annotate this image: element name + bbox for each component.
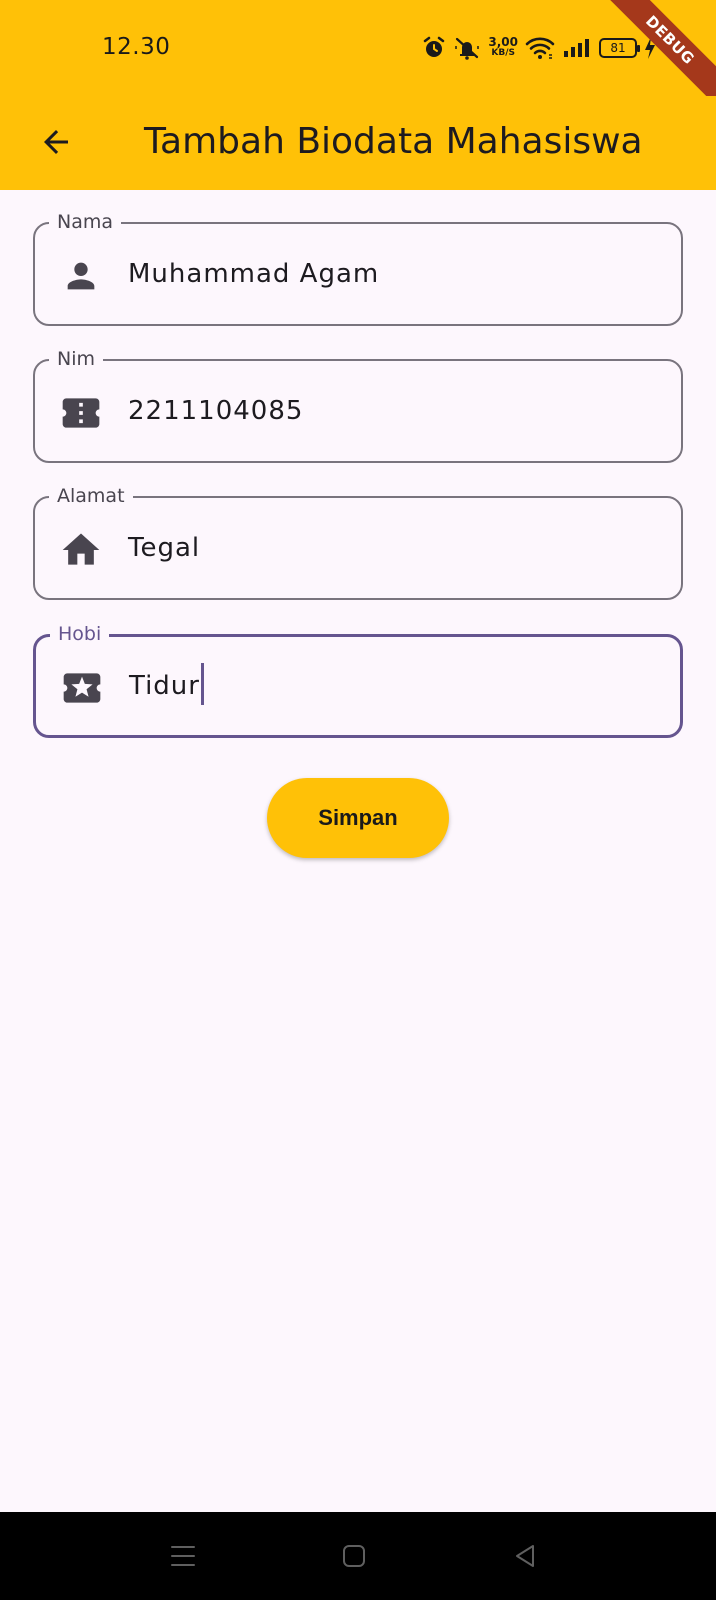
back-triangle-icon[interactable] xyxy=(505,1536,545,1576)
alamat-input[interactable]: Tegal xyxy=(128,498,200,598)
mute-icon xyxy=(455,37,480,60)
nama-field[interactable]: Nama Muhammad Agam xyxy=(33,210,683,326)
nama-input[interactable]: Muhammad Agam xyxy=(128,224,379,324)
hobi-field[interactable]: Hobi Tidur xyxy=(33,622,683,738)
status-time: 12.30 xyxy=(102,34,171,60)
menu-icon[interactable] xyxy=(163,1536,203,1576)
status-icons: 3,00 KB/S 81 xyxy=(422,33,656,63)
hobi-label: Hobi xyxy=(50,622,110,646)
app-bar: Tambah Biodata Mahasiswa xyxy=(0,96,716,190)
home-icon xyxy=(59,528,103,572)
signal-icon xyxy=(564,39,589,57)
ticket-icon xyxy=(59,391,103,435)
nama-label: Nama xyxy=(49,210,122,234)
hobi-input[interactable]: Tidur xyxy=(129,636,204,736)
nim-label: Nim xyxy=(49,347,103,371)
alamat-field[interactable]: Alamat Tegal xyxy=(33,484,683,600)
arrow-back-icon xyxy=(44,130,68,154)
back-button[interactable] xyxy=(30,116,82,168)
person-icon xyxy=(59,254,103,298)
alamat-label: Alamat xyxy=(49,484,133,508)
system-nav-bar xyxy=(0,1512,716,1600)
alarm-icon xyxy=(424,36,445,57)
text-cursor xyxy=(200,662,204,705)
page-title: Tambah Biodata Mahasiswa xyxy=(144,121,643,162)
star-ticket-icon xyxy=(60,666,104,710)
battery-icon: 81 xyxy=(599,38,640,58)
simpan-button[interactable]: Simpan xyxy=(267,778,449,858)
home-square-icon[interactable] xyxy=(334,1536,374,1576)
nim-field[interactable]: Nim 2211104085 xyxy=(33,347,683,463)
status-bar: 12.30 3,00 KB/S 81 DEBUG xyxy=(0,0,716,114)
wifi-icon xyxy=(525,37,555,59)
net-speed: 3,00 KB/S xyxy=(488,35,518,58)
nim-input[interactable]: 2211104085 xyxy=(128,361,303,461)
